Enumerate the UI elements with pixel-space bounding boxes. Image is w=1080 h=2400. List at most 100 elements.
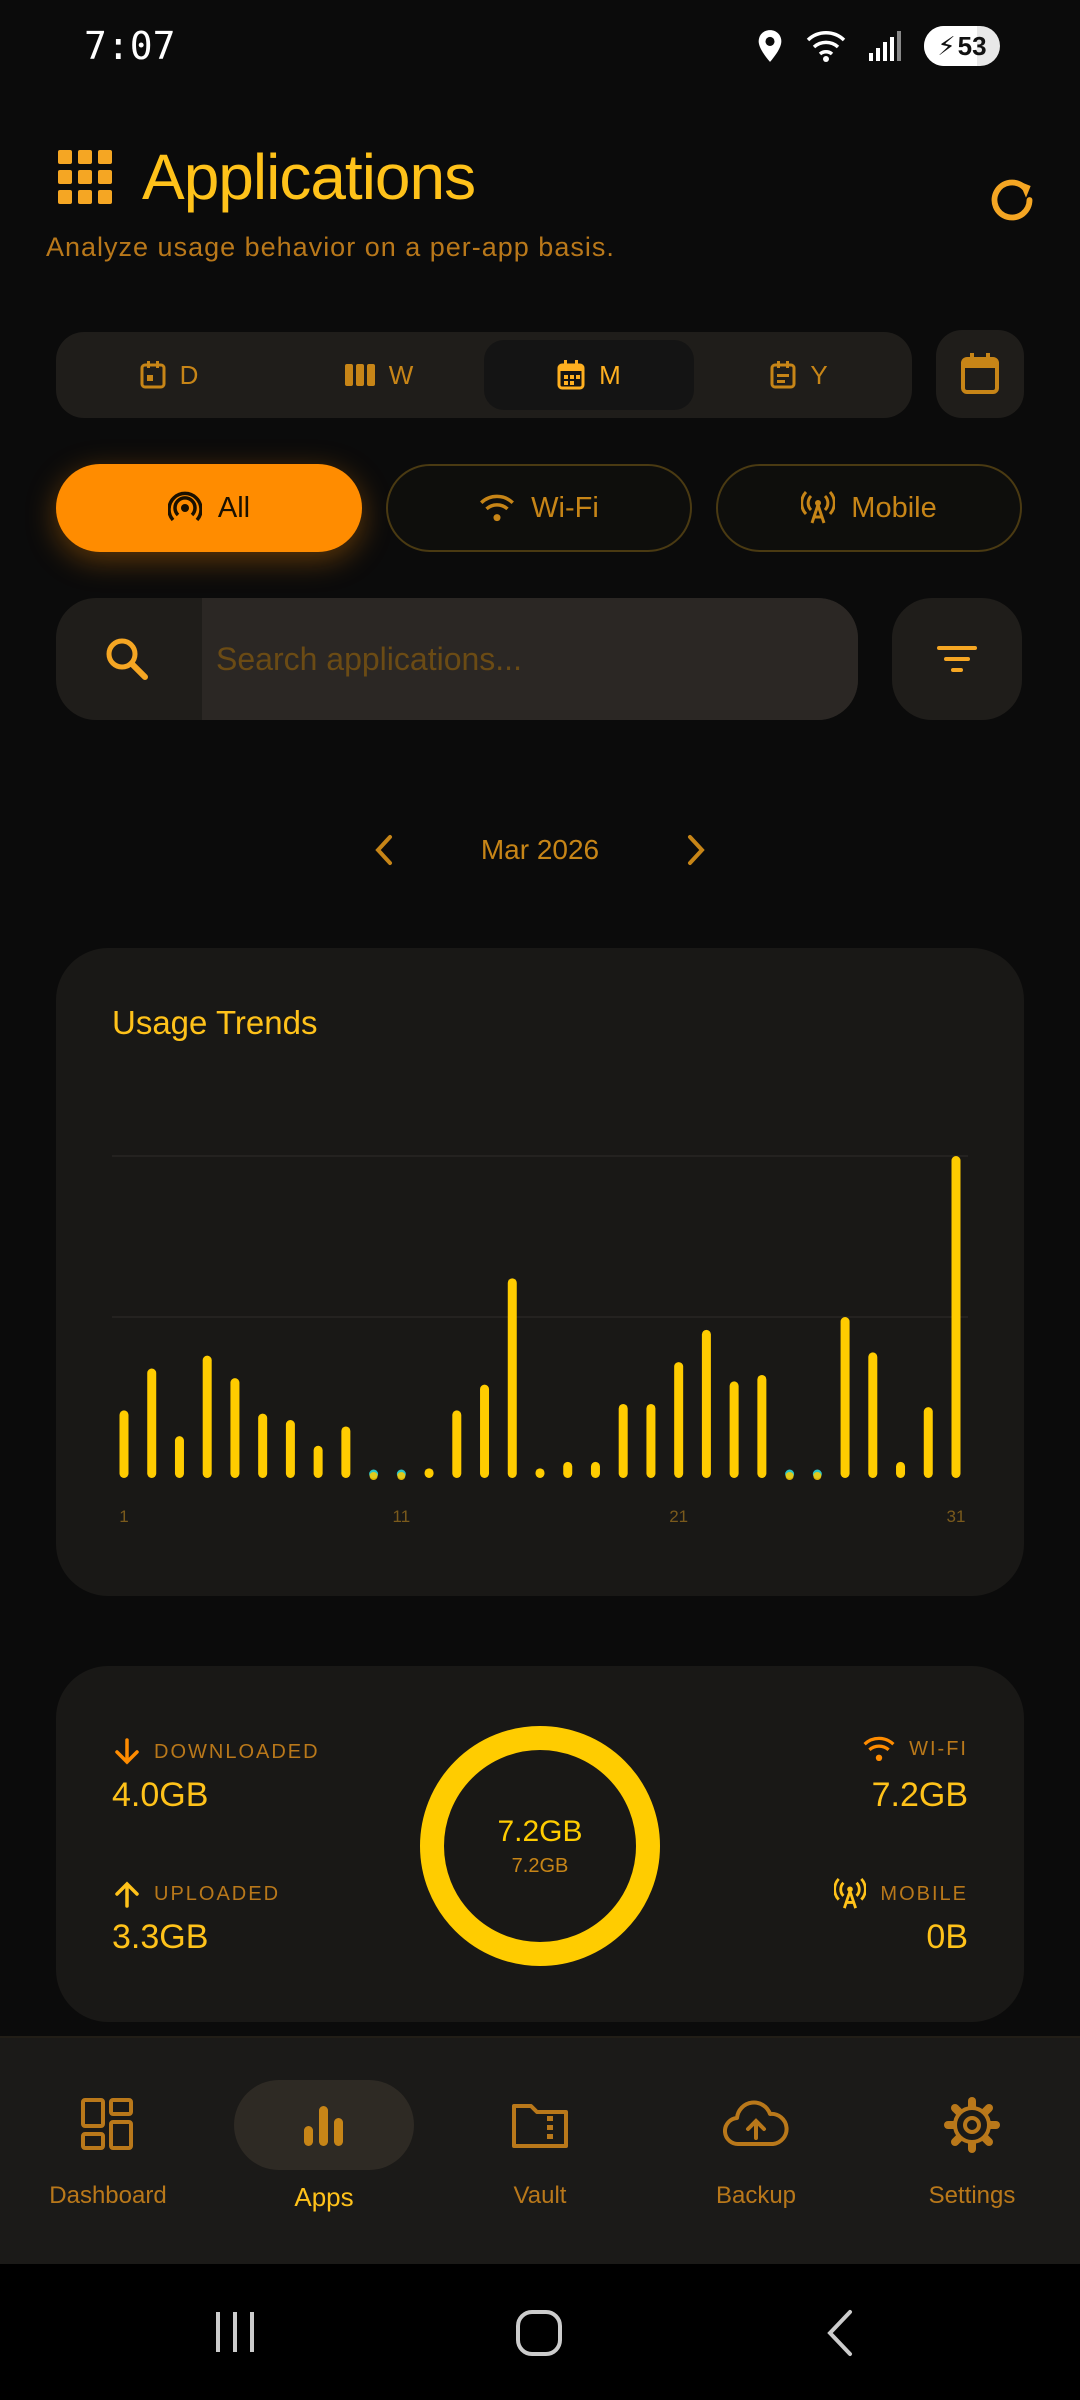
bar-chart-icon xyxy=(304,2106,343,2146)
tab-month[interactable]: M xyxy=(484,340,694,410)
mobile-value: 0B xyxy=(926,1918,968,1956)
wifi-icon xyxy=(806,31,846,62)
x-tick-label: 21 xyxy=(669,1507,688,1526)
tab-year[interactable]: Y xyxy=(694,340,904,410)
chart-bar-day-3[interactable] xyxy=(174,1436,184,1478)
sort-filter-button[interactable] xyxy=(892,598,1022,720)
downloaded-value: 4.0GB xyxy=(112,1776,209,1814)
tab-label: D xyxy=(179,359,199,390)
chart-bar-day-13[interactable] xyxy=(452,1410,462,1478)
chart-bar-cap-day-26 xyxy=(813,1472,822,1480)
chart-bar-day-2[interactable] xyxy=(147,1368,157,1478)
nav-settings[interactable]: Settings xyxy=(872,2080,1072,2230)
chart-bar-day-17[interactable] xyxy=(563,1461,573,1478)
calendar-month-icon xyxy=(557,360,585,390)
chart-bar-cap-day-10 xyxy=(369,1472,378,1480)
tab-label: Y xyxy=(810,359,828,390)
chart-bar-day-20[interactable] xyxy=(646,1403,656,1478)
back-icon[interactable] xyxy=(820,2308,860,2358)
uploaded-value: 3.3GB xyxy=(112,1918,209,1956)
folder-zip-icon xyxy=(512,2104,568,2148)
chart-bar-day-16[interactable] xyxy=(535,1468,545,1478)
dashboard-icon xyxy=(81,2098,133,2150)
nav-dashboard[interactable]: Dashboard xyxy=(8,2080,208,2230)
home-icon[interactable] xyxy=(514,2308,564,2358)
battery-level: 53 xyxy=(957,30,987,61)
filter-all-chip[interactable]: All xyxy=(56,464,362,552)
broadcast-icon xyxy=(167,491,202,522)
tab-day[interactable]: D xyxy=(64,340,274,410)
mobile-label: MOBILE xyxy=(880,1882,968,1905)
chart-bar-day-14[interactable] xyxy=(480,1384,490,1478)
chart-bar-day-22[interactable] xyxy=(701,1329,711,1478)
system-navigation-bar xyxy=(0,2264,1080,2400)
chart-bar-day-29[interactable] xyxy=(896,1461,906,1478)
calendar-picker-button[interactable] xyxy=(936,330,1024,418)
chart-bar-day-8[interactable] xyxy=(313,1445,323,1478)
filter-mobile-chip[interactable]: Mobile xyxy=(716,464,1022,552)
battery-indicator: ⚡ 53 xyxy=(924,26,1000,66)
chart-bar-day-1[interactable] xyxy=(119,1410,129,1478)
wifi-label: WI-FI xyxy=(909,1737,968,1760)
nav-label: Apps xyxy=(294,2182,354,2212)
total-usage-ring: 7.2GB 7.2GB xyxy=(418,1724,662,1968)
usage-summary-card: DOWNLOADED 4.0GB UPLOADED 3.3GB 7.2GB 7.… xyxy=(56,1666,1024,2022)
chart-bar-day-6[interactable] xyxy=(258,1413,268,1478)
nav-apps[interactable]: Apps xyxy=(224,2080,424,2230)
apps-grid-icon xyxy=(58,150,112,204)
bottom-navigation: Dashboard Apps Vault Backup Settings xyxy=(0,2036,1080,2266)
recent-apps-icon[interactable] xyxy=(210,2310,260,2354)
month-label: Mar 2026 xyxy=(480,834,600,865)
chart-bar-day-7[interactable] xyxy=(285,1420,295,1478)
nav-label: Backup xyxy=(715,2182,797,2209)
nav-label: Dashboard xyxy=(49,2182,167,2209)
chart-bar-day-4[interactable] xyxy=(202,1355,212,1478)
location-icon xyxy=(758,30,782,62)
charging-icon: ⚡ xyxy=(937,30,956,61)
chart-title: Usage Trends xyxy=(112,1004,318,1041)
wifi-icon xyxy=(863,1736,895,1761)
cell-tower-icon xyxy=(801,491,836,524)
wifi-icon xyxy=(480,494,515,522)
chart-bar-day-18[interactable] xyxy=(590,1461,600,1478)
chart-bar-day-27[interactable] xyxy=(840,1317,850,1478)
calendar-icon xyxy=(961,353,999,394)
chart-bar-day-28[interactable] xyxy=(868,1352,878,1478)
calendar-week-icon xyxy=(344,364,375,386)
x-tick-label: 11 xyxy=(393,1507,411,1526)
usage-trends-card: 1 11 21 31 Usage Trends xyxy=(56,948,1024,1596)
tab-week[interactable]: W xyxy=(274,340,484,410)
filter-wifi-chip[interactable]: Wi-Fi xyxy=(386,464,692,552)
x-tick-label: 1 xyxy=(119,1507,128,1526)
x-tick-label: 31 xyxy=(947,1507,966,1526)
uploaded-label: UPLOADED xyxy=(154,1882,281,1905)
uploaded-label-row: UPLOADED xyxy=(114,1880,280,1908)
chart-bar-day-30[interactable] xyxy=(923,1407,933,1478)
refresh-icon[interactable] xyxy=(984,172,1040,228)
chart-bar-day-24[interactable] xyxy=(757,1374,767,1478)
page-title: Applications xyxy=(142,141,476,213)
chart-bar-day-19[interactable] xyxy=(618,1403,628,1478)
chevron-left-icon[interactable] xyxy=(370,833,398,867)
search-input[interactable] xyxy=(202,598,858,720)
nav-backup[interactable]: Backup xyxy=(656,2080,856,2230)
search-icon xyxy=(106,638,148,680)
tab-label: M xyxy=(599,359,621,390)
chart-bar-day-9[interactable] xyxy=(341,1426,351,1478)
search-bar xyxy=(56,598,858,720)
nav-vault[interactable]: Vault xyxy=(440,2080,640,2230)
chip-label: All xyxy=(217,491,251,524)
chart-bar-day-15[interactable] xyxy=(507,1278,517,1478)
status-icons: ⚡ 53 xyxy=(756,26,1000,66)
chart-bar-day-23[interactable] xyxy=(729,1381,739,1478)
chart-bar-day-31[interactable] xyxy=(951,1156,961,1478)
chip-label: Mobile xyxy=(851,491,937,524)
month-navigator: Mar 2026 xyxy=(370,820,710,880)
page-subtitle: Analyze usage behavior on a per-app basi… xyxy=(46,232,615,262)
gear-icon xyxy=(944,2097,1000,2153)
chart-bar-day-21[interactable] xyxy=(674,1362,684,1478)
chart-bar-day-12[interactable] xyxy=(424,1468,434,1478)
chart-bar-day-5[interactable] xyxy=(230,1378,240,1478)
downloaded-label-row: DOWNLOADED xyxy=(114,1738,320,1766)
chevron-right-icon[interactable] xyxy=(682,833,710,867)
